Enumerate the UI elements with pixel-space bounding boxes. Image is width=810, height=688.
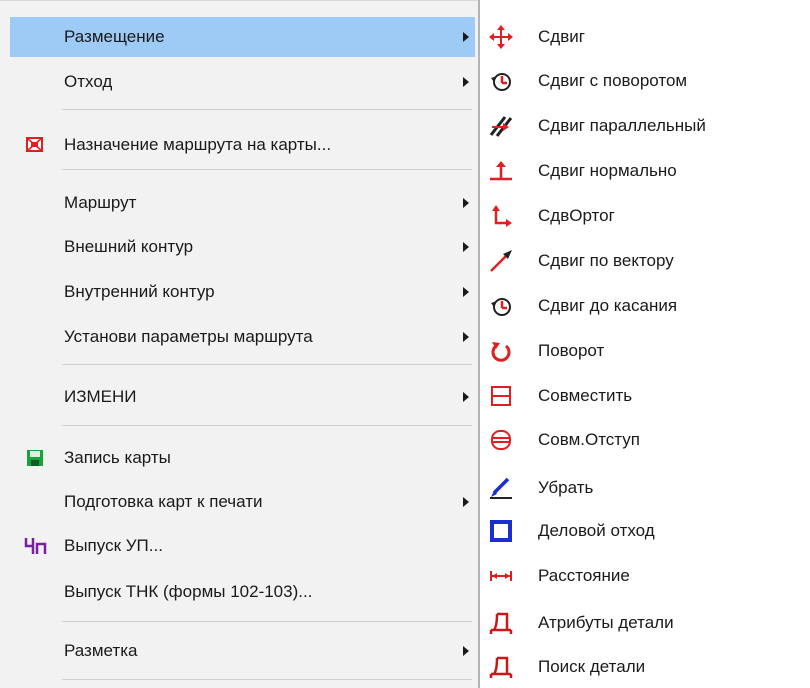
menu-item-issue-tnk[interactable]: Выпуск ТНК (формы 102-103)... (10, 572, 475, 612)
submenu-item-label: Сдвиг нормально (538, 161, 677, 180)
submenu-item-label: Совм.Отступ (538, 430, 640, 449)
submenu-arrow-icon (463, 242, 469, 252)
submenu-placement: Сдвиг Сдвиг с поворотом Сдвиг параллельн… (478, 0, 810, 688)
submenu-item-label: Сдвиг с поворотом (538, 71, 688, 90)
menu-item-prepare-print[interactable]: Подготовка карт к печати (10, 482, 475, 522)
move-ortho-icon (488, 203, 514, 229)
floppy-disk-icon (24, 447, 46, 469)
menu-item-label: Выпуск УП... (64, 536, 163, 555)
menu-separator (62, 364, 472, 365)
menu-item-inner-contour[interactable]: Внутренний контур (10, 272, 475, 312)
submenu-item-part-attributes[interactable]: Атрибуты детали (480, 603, 810, 643)
distance-icon (488, 563, 514, 589)
submenu-item-label: Сдвиг по вектору (538, 251, 674, 270)
align-offset-icon (488, 427, 514, 453)
submenu-item-move-ortho[interactable]: СдвОртог (480, 196, 810, 236)
menu-item-modify[interactable]: ИЗМЕНИ (10, 377, 475, 417)
submenu-arrow-icon (463, 392, 469, 402)
submenu-item-find-part[interactable]: Поиск детали (480, 647, 810, 687)
up-program-icon (24, 535, 47, 557)
menu-item-label: Установи параметры маршрута (64, 327, 313, 346)
menu-separator (62, 679, 472, 680)
menu-item-placement[interactable]: Размещение (10, 17, 475, 57)
menu-item-save-map[interactable]: Запись карты (10, 438, 475, 478)
menu-item-label: Назначение маршрута на карты... (64, 135, 332, 154)
submenu-item-label: Сдвиг до касания (538, 296, 678, 315)
submenu-arrow-icon (463, 332, 469, 342)
submenu-item-move-touch[interactable]: Сдвиг до касания (480, 286, 810, 326)
part-d-icon (488, 610, 514, 636)
menu-separator (62, 109, 472, 110)
submenu-item-label: Деловой отход (538, 521, 655, 540)
submenu-item-move[interactable]: Сдвиг (480, 17, 810, 57)
submenu-item-label: Поворот (538, 341, 605, 360)
submenu-item-rotate[interactable]: Поворот (480, 331, 810, 371)
submenu-item-move-rotate[interactable]: Сдвиг с поворотом (480, 61, 810, 101)
menu-separator (62, 169, 472, 170)
assign-route-icon (24, 134, 46, 156)
menu-item-marking[interactable]: Разметка (10, 631, 475, 671)
menu-item-label: Размещение (64, 27, 165, 46)
context-menu-stage: Размещение Отход Назначение маршрута на … (0, 0, 810, 688)
submenu-item-move-parallel[interactable]: Сдвиг параллельный (480, 106, 810, 146)
move-rotate-icon (488, 68, 514, 94)
submenu-item-label: Атрибуты детали (538, 613, 674, 632)
menu-item-label: ИЗМЕНИ (64, 387, 137, 406)
submenu-item-label: Сдвиг параллельный (538, 116, 706, 135)
submenu-arrow-icon (463, 497, 469, 507)
submenu-arrow-icon (463, 77, 469, 87)
menu-item-assign-route[interactable]: Назначение маршрута на карты... (10, 125, 475, 165)
menu-item-label: Внутренний контур (64, 282, 215, 301)
submenu-item-label: Поиск детали (538, 657, 646, 676)
submenu-item-label: Убрать (538, 478, 594, 497)
submenu-item-label: Сдвиг (538, 27, 585, 46)
move-parallel-icon (488, 113, 514, 139)
submenu-item-remove[interactable]: Убрать (480, 468, 810, 508)
submenu-item-label: Расстояние (538, 566, 630, 585)
menu-item-route[interactable]: Маршрут (10, 183, 475, 223)
menu-item-label: Маршрут (64, 193, 137, 212)
submenu-item-move-vector[interactable]: Сдвиг по вектору (480, 241, 810, 281)
submenu-item-move-normal[interactable]: Сдвиг нормально (480, 151, 810, 191)
align-icon (488, 383, 514, 409)
move-normal-icon (488, 158, 514, 184)
submenu-arrow-icon (463, 646, 469, 656)
rotate-icon (488, 338, 514, 364)
menu-item-route-params[interactable]: Установи параметры маршрута (10, 317, 475, 357)
menu-item-label: Внешний контур (64, 237, 194, 256)
submenu-item-label: СдвОртог (538, 206, 615, 225)
vector-arrow-icon (488, 248, 514, 274)
blue-square-icon (488, 518, 514, 544)
move-arrows-icon (488, 24, 514, 50)
menu-item-label: Выпуск ТНК (формы 102-103)... (64, 582, 313, 601)
move-touch-icon (488, 293, 514, 319)
menu-item-label: Разметка (64, 641, 138, 660)
menu-item-label: Отход (64, 72, 113, 91)
submenu-arrow-icon (463, 198, 469, 208)
menu-item-outer-contour[interactable]: Внешний контур (10, 227, 475, 267)
eraser-pen-icon (488, 475, 514, 501)
menu-separator (62, 621, 472, 622)
submenu-item-distance[interactable]: Расстояние (480, 556, 810, 596)
part-d-icon (488, 654, 514, 680)
submenu-item-align-offset[interactable]: Совм.Отступ (480, 420, 810, 460)
menu-separator (62, 425, 472, 426)
submenu-item-align[interactable]: Совместить (480, 376, 810, 416)
submenu-arrow-icon (463, 32, 469, 42)
menu-item-issue-up[interactable]: Выпуск УП... (10, 526, 475, 566)
submenu-arrow-icon (463, 287, 469, 297)
main-menu: Размещение Отход Назначение маршрута на … (0, 0, 478, 688)
menu-item-waste[interactable]: Отход (10, 62, 475, 102)
menu-item-label: Подготовка карт к печати (64, 492, 263, 511)
submenu-item-label: Совместить (538, 386, 633, 405)
menu-item-label: Запись карты (64, 448, 171, 467)
submenu-item-business-waste[interactable]: Деловой отход (480, 511, 810, 551)
